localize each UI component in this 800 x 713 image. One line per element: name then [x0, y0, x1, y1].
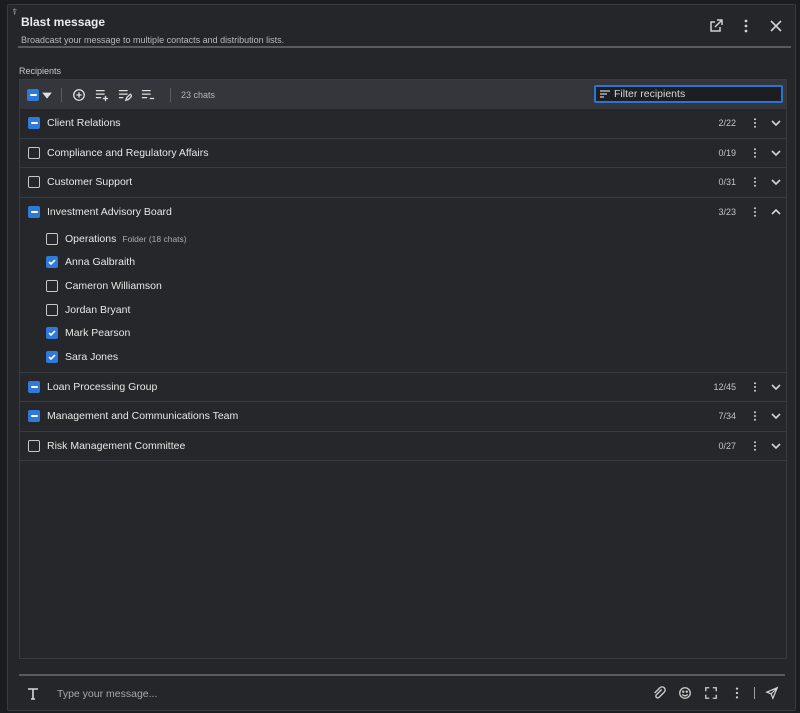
recipient-group-row[interactable]: Risk Management Committee 0/27 [20, 432, 786, 462]
group-checkbox[interactable] [28, 206, 40, 219]
chevron-down-icon[interactable] [770, 117, 782, 129]
emoji-icon[interactable] [676, 684, 694, 702]
chevron-down-icon[interactable] [770, 147, 782, 159]
group-more-icon[interactable] [750, 115, 760, 131]
recipient-group-row[interactable]: Loan Processing Group 12/45 [20, 373, 786, 403]
member-checkbox[interactable] [46, 350, 58, 363]
header: Blast message Broadcast your message to … [21, 15, 785, 45]
toolbar-divider [170, 87, 171, 102]
member-checkbox[interactable] [46, 327, 58, 340]
group-checkbox[interactable] [28, 410, 40, 423]
member-name: Jordan Bryant [65, 303, 131, 316]
member-name: Mark Pearson [65, 327, 131, 340]
chat-count: 23 chats [181, 89, 216, 100]
remove-from-list-icon[interactable] [139, 86, 157, 104]
group-more-icon[interactable] [750, 408, 760, 424]
group-selected-count: 12/45 [713, 381, 736, 392]
filter-recipients-input[interactable] [614, 88, 774, 100]
group-checkbox[interactable] [28, 176, 40, 189]
header-divider [18, 46, 791, 48]
composer-actions [650, 684, 781, 702]
group-checkbox[interactable] [28, 380, 40, 393]
group-name: Loan Processing Group [47, 380, 158, 393]
group-name: Management and Communications Team [47, 410, 239, 423]
group-members-list: Operations Folder (18 chats) Anna Galbrait… [20, 227, 786, 373]
header-actions [707, 17, 785, 35]
member-name: Operations [65, 232, 117, 245]
blast-message-window: ⍒ Blast message Broadcast your message t… [7, 4, 796, 711]
filter-icon [600, 90, 610, 98]
open-external-icon[interactable] [707, 17, 725, 35]
recipient-group-row[interactable]: Client Relations 2/22 [20, 109, 786, 139]
member-row[interactable]: Jordan Bryant [20, 298, 786, 322]
group-name: Compliance and Regulatory Affairs [47, 146, 209, 159]
recipient-group-row[interactable]: Compliance and Regulatory Affairs 0/19 [20, 139, 786, 168]
group-name: Investment Advisory Board [47, 206, 172, 219]
member-checkbox[interactable] [46, 303, 58, 316]
group-selected-count: 0/31 [718, 177, 736, 188]
send-icon[interactable] [763, 684, 781, 702]
page-title: Blast message [21, 15, 106, 29]
member-row[interactable]: Operations Folder (18 chats) [20, 227, 786, 251]
toolbar-divider [61, 87, 62, 102]
member-checkbox[interactable] [46, 232, 58, 245]
group-more-icon[interactable] [750, 204, 760, 220]
expand-icon[interactable] [702, 684, 720, 702]
select-dropdown-icon[interactable] [41, 86, 53, 104]
pin-icon[interactable]: ⍒ [12, 7, 17, 18]
select-all-checkbox[interactable] [27, 88, 39, 101]
member-checkbox[interactable] [46, 256, 58, 269]
group-more-icon[interactable] [750, 438, 760, 454]
recipients-panel: 23 chats Client Relations 2/22 Compliance … [19, 79, 787, 659]
folder-meta: Folder (18 chats) [122, 233, 187, 244]
edit-list-icon[interactable] [116, 86, 134, 104]
member-name: Anna Galbraith [65, 256, 136, 269]
text-format-icon[interactable] [23, 684, 43, 704]
chevron-up-icon[interactable] [770, 206, 782, 218]
member-row[interactable]: Mark Pearson [20, 321, 786, 345]
chevron-down-icon[interactable] [770, 410, 782, 422]
group-name: Client Relations [47, 117, 121, 130]
group-selected-count: 0/19 [718, 147, 736, 158]
composer-divider-line [754, 687, 755, 699]
recipient-group-row[interactable]: Customer Support 0/31 [20, 168, 786, 198]
composer-divider [19, 674, 785, 676]
member-row[interactable]: Sara Jones [20, 345, 786, 369]
member-name: Sara Jones [65, 350, 119, 363]
recipients-label: Recipients [19, 66, 62, 76]
group-list: Client Relations 2/22 Compliance and Regul… [20, 109, 786, 462]
group-more-icon[interactable] [750, 174, 760, 190]
group-selected-count: 3/23 [718, 207, 736, 218]
chevron-down-icon[interactable] [770, 381, 782, 393]
add-to-list-icon[interactable] [93, 86, 111, 104]
group-name: Customer Support [47, 176, 133, 189]
add-circle-icon[interactable] [70, 86, 88, 104]
group-checkbox[interactable] [28, 439, 40, 452]
recipient-group-row[interactable]: Investment Advisory Board 3/23 [20, 198, 786, 228]
group-selected-count: 0/27 [718, 440, 736, 451]
group-checkbox[interactable] [28, 146, 40, 159]
more-options-icon[interactable] [737, 17, 755, 35]
message-composer [19, 681, 785, 707]
recipients-toolbar: 23 chats [20, 80, 786, 109]
composer-more-icon[interactable] [728, 684, 746, 702]
attach-icon[interactable] [650, 684, 668, 702]
filter-box [594, 85, 783, 103]
recipient-group-row[interactable]: Management and Communications Team 7/34 [20, 402, 786, 432]
message-input[interactable] [57, 688, 617, 700]
group-checkbox[interactable] [28, 117, 40, 130]
chevron-down-icon[interactable] [770, 440, 782, 452]
member-row[interactable]: Anna Galbraith [20, 251, 786, 275]
member-checkbox[interactable] [46, 279, 58, 292]
member-name: Cameron Williamson [65, 279, 162, 292]
member-row[interactable]: Cameron Williamson [20, 274, 786, 298]
chevron-down-icon[interactable] [770, 176, 782, 188]
page-subtitle: Broadcast your message to multiple conta… [21, 35, 285, 45]
group-more-icon[interactable] [750, 145, 760, 161]
group-name: Risk Management Committee [47, 439, 186, 452]
group-selected-count: 2/22 [718, 118, 736, 129]
group-more-icon[interactable] [750, 379, 760, 395]
close-icon[interactable] [767, 17, 785, 35]
group-selected-count: 7/34 [718, 411, 736, 422]
